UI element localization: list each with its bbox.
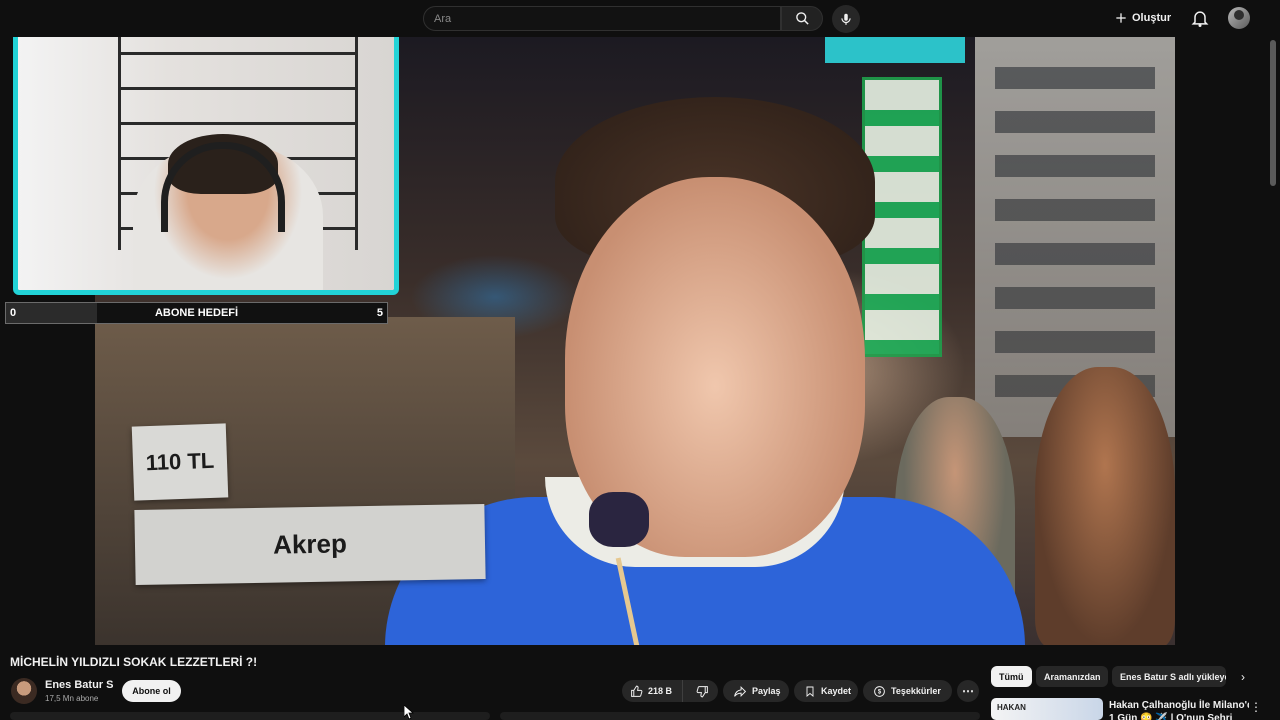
like-count: 218 B bbox=[648, 686, 673, 696]
video-title: MİCHELİN YILDIZLI SOKAK LEZZETLERİ ?! bbox=[10, 655, 258, 669]
mic-icon bbox=[841, 13, 851, 25]
recommendation-title-line2: 1 Gün 😳 ✈️ | O'nun Şehri bbox=[1109, 713, 1233, 720]
goal-label: ABONE HEDEFİ bbox=[154, 307, 239, 319]
recommendation-title[interactable]: Hakan Çalhanoğlu İle Milano'da 1 Gün 😳 ✈… bbox=[1109, 699, 1249, 720]
create-button[interactable]: Oluştur bbox=[1114, 7, 1171, 29]
plus-icon bbox=[1116, 13, 1126, 23]
top-bar: Oluştur bbox=[0, 0, 1280, 37]
channel-avatar[interactable] bbox=[11, 678, 37, 704]
mouse-cursor-icon bbox=[404, 705, 414, 720]
share-label: Paylaş bbox=[752, 686, 781, 696]
comments-strip bbox=[500, 712, 980, 720]
item-caption-text: Akrep bbox=[272, 528, 348, 560]
video-scene-sign bbox=[825, 37, 965, 63]
search-box[interactable] bbox=[423, 6, 781, 31]
search-icon bbox=[795, 12, 809, 25]
goal-max: 5 bbox=[376, 307, 383, 319]
dislike-button[interactable] bbox=[688, 680, 718, 702]
recommendation-thumbnail[interactable]: HAKAN bbox=[991, 698, 1103, 720]
description-strip bbox=[10, 712, 490, 720]
channel-subscriber-count: 17,5 Mn abone bbox=[45, 694, 99, 703]
price-caption: 110 TL bbox=[131, 423, 229, 501]
share-icon bbox=[734, 685, 747, 697]
more-actions-button[interactable]: ⋯ bbox=[957, 680, 979, 702]
save-button[interactable]: Kaydet bbox=[794, 680, 858, 702]
thumbs-down-icon bbox=[697, 685, 709, 697]
subscribe-button[interactable]: Abone ol bbox=[122, 680, 181, 702]
search-input[interactable] bbox=[434, 10, 764, 28]
voice-search-button[interactable] bbox=[832, 5, 860, 33]
facecam-overlay bbox=[13, 9, 399, 295]
save-label: Kaydet bbox=[821, 686, 852, 696]
svg-text:$: $ bbox=[878, 689, 882, 695]
more-icon: ⋯ bbox=[962, 684, 974, 698]
video-scene-scorpion bbox=[589, 492, 649, 547]
share-button[interactable]: Paylaş bbox=[723, 680, 789, 702]
avatar[interactable] bbox=[1228, 7, 1250, 29]
thanks-label: Teşekkürler bbox=[891, 686, 941, 696]
like-dislike-group: 218 B bbox=[622, 680, 718, 702]
like-button[interactable]: 218 B bbox=[622, 680, 683, 702]
chevron-right-icon[interactable]: › bbox=[1235, 668, 1251, 686]
page-scrollbar[interactable] bbox=[1270, 40, 1276, 186]
bookmark-icon bbox=[806, 686, 814, 697]
kebab-menu-icon[interactable]: ⋮ bbox=[1250, 700, 1262, 714]
thanks-button[interactable]: $ Teşekkürler bbox=[863, 680, 952, 702]
recommendation-title-line1: Hakan Çalhanoğlu İle Milano'da bbox=[1109, 700, 1249, 711]
video-scene-smiling-man bbox=[1035, 367, 1175, 645]
chip-all[interactable]: Tümü bbox=[991, 666, 1032, 687]
subscriber-goal-bar: 0 ABONE HEDEFİ 5 bbox=[5, 302, 388, 324]
search-button[interactable] bbox=[781, 6, 823, 31]
create-label: Oluştur bbox=[1132, 12, 1172, 24]
chip-from-uploader[interactable]: Enes Batur S adlı yükleyen bbox=[1112, 666, 1226, 687]
super-thanks-icon: $ bbox=[874, 685, 885, 697]
recommendation-thumb-text: HAKAN bbox=[997, 703, 1026, 712]
thumbs-up-icon bbox=[631, 685, 643, 697]
chip-from-search[interactable]: Aramanızdan bbox=[1036, 666, 1108, 687]
item-caption: Akrep bbox=[134, 503, 486, 586]
bell-icon[interactable] bbox=[1190, 8, 1210, 28]
channel-name[interactable]: Enes Batur S bbox=[45, 679, 113, 691]
